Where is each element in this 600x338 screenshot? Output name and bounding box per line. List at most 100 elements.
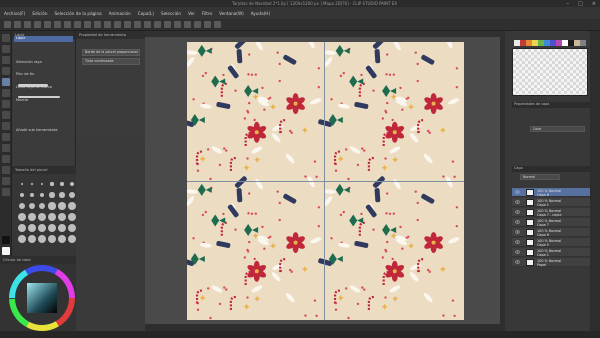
pen-tool-icon[interactable] — [2, 78, 10, 86]
command-icon[interactable] — [114, 21, 121, 28]
layer-row[interactable]: 100 % Normal Capa 5 — [512, 238, 590, 247]
color-wheel[interactable] — [0, 264, 76, 336]
command-icon[interactable] — [64, 21, 71, 28]
eye-icon[interactable] — [515, 260, 520, 264]
color-swatch[interactable] — [580, 40, 586, 46]
menu-item[interactable]: Selección — [161, 11, 181, 16]
airbrush-tool-icon[interactable] — [2, 111, 10, 119]
layer-row[interactable]: 100 % Normal Capa 1 — [512, 248, 590, 257]
eye-icon[interactable] — [515, 250, 520, 254]
brush-size-dot[interactable] — [59, 192, 65, 198]
eye-icon[interactable] — [515, 200, 520, 204]
brush-size-dot[interactable] — [38, 235, 46, 243]
brush-size-dot[interactable] — [19, 192, 25, 198]
menu-item[interactable]: Ver — [188, 11, 195, 16]
balloon-tool-icon[interactable] — [2, 177, 10, 185]
text-tool-icon[interactable] — [2, 166, 10, 174]
brush-size-dot[interactable] — [28, 213, 36, 221]
blend-mode-select[interactable]: Normal — [520, 174, 560, 180]
brush-size-dot[interactable] — [60, 182, 64, 186]
foreground-color-icon[interactable] — [2, 236, 10, 244]
eye-icon[interactable] — [515, 230, 520, 234]
eye-icon[interactable] — [515, 220, 520, 224]
command-icon[interactable] — [54, 21, 61, 28]
brush-size-dot[interactable] — [69, 192, 75, 198]
brush-size-dot[interactable] — [58, 213, 66, 221]
brush-size-dot[interactable] — [58, 235, 66, 243]
eye-icon[interactable] — [515, 240, 520, 244]
layer-row[interactable]: 100 % Normal Capa 6 — [512, 228, 590, 237]
brush-size-dot[interactable] — [39, 192, 45, 198]
command-icon[interactable] — [44, 21, 51, 28]
gradient-tool-icon[interactable] — [2, 144, 10, 152]
command-icon[interactable] — [214, 21, 221, 28]
layer-row[interactable]: 100 % Normal Capa 1 — [512, 198, 590, 207]
eye-icon[interactable] — [515, 190, 520, 194]
brush-size-dot[interactable] — [21, 183, 23, 185]
brush-size-dot[interactable] — [38, 224, 46, 232]
brush-size-dot[interactable] — [29, 192, 35, 198]
brush-size-dot[interactable] — [38, 202, 46, 210]
sub-tool-item[interactable]: Añadir sub herramienta — [14, 128, 73, 134]
command-icon[interactable] — [84, 21, 91, 28]
brush-size-dot[interactable] — [28, 224, 36, 232]
brush-size-dot[interactable] — [58, 202, 66, 210]
sub-tool-item[interactable]: Selección raya — [14, 60, 73, 66]
command-icon[interactable] — [74, 21, 81, 28]
command-icon[interactable] — [124, 21, 131, 28]
command-icon[interactable] — [154, 21, 161, 28]
command-icon[interactable] — [94, 21, 101, 28]
eraser-tool-icon[interactable] — [2, 122, 10, 130]
layer-row[interactable]: 100 % Normal Capa 7 - copia — [512, 208, 590, 217]
move-tool-icon[interactable] — [2, 45, 10, 53]
sub-tool-item[interactable]: Lápiz — [14, 36, 73, 42]
command-icon[interactable] — [164, 21, 171, 28]
brush-size-dot[interactable] — [18, 235, 26, 243]
brush-size-dot[interactable] — [28, 202, 36, 210]
layer-row[interactable]: 100 % Normal Papel — [512, 258, 590, 267]
command-icon[interactable] — [134, 21, 141, 28]
menu-item[interactable]: Ventana(W) — [219, 11, 244, 16]
brush-size-dot[interactable] — [18, 224, 26, 232]
menu-item[interactable]: Filtro — [202, 11, 212, 16]
command-icon[interactable] — [14, 21, 21, 28]
eye-icon[interactable] — [515, 210, 520, 214]
brush-size-dot[interactable] — [68, 235, 76, 243]
command-icon[interactable] — [174, 21, 181, 28]
brush-size-dot[interactable] — [68, 213, 76, 221]
brush-size-dot[interactable] — [48, 235, 56, 243]
command-icon[interactable] — [184, 21, 191, 28]
brush-size-dot[interactable] — [38, 213, 46, 221]
menu-item[interactable]: Selección de la página — [55, 11, 102, 16]
command-icon[interactable] — [34, 21, 41, 28]
ruler-tool-icon[interactable] — [2, 188, 10, 196]
layer-color-field[interactable]: Color — [530, 126, 585, 132]
pencil-tool-icon[interactable] — [2, 89, 10, 97]
brush-size-dot[interactable] — [48, 224, 56, 232]
brush-size-dot[interactable] — [48, 202, 56, 210]
brush-size-dot[interactable] — [50, 182, 54, 186]
brush-size-dot[interactable] — [18, 202, 26, 210]
command-icon[interactable] — [144, 21, 151, 28]
fill-tool-icon[interactable] — [2, 133, 10, 141]
brush-size-dot[interactable] — [48, 213, 56, 221]
property-field[interactable]: Borde de la pincel proporcional — [82, 49, 140, 56]
layer-row[interactable]: 100 % Normal Capa 7 — [512, 218, 590, 227]
sub-tool-item[interactable]: Pinc de tin — [14, 72, 73, 78]
brush-size-dot[interactable] — [30, 182, 34, 186]
menu-item[interactable]: Archivo(F) — [4, 11, 25, 16]
menu-item[interactable]: Edición — [32, 11, 47, 16]
menu-item[interactable]: Capa(L) — [138, 11, 154, 16]
brush-size-dot[interactable] — [40, 182, 44, 186]
sub-tool-item[interactable]: Mezcla — [14, 98, 73, 104]
command-icon[interactable] — [204, 21, 211, 28]
brush-size-dot[interactable] — [68, 202, 76, 210]
command-icon[interactable] — [104, 21, 111, 28]
menu-item[interactable]: Ayuda(H) — [251, 11, 270, 16]
command-icon[interactable] — [4, 21, 11, 28]
brush-size-dot[interactable] — [70, 182, 74, 186]
shape-tool-icon[interactable] — [2, 155, 10, 163]
brush-size-dot[interactable] — [49, 192, 55, 198]
command-icon[interactable] — [194, 21, 201, 28]
menu-item[interactable]: Animación — [109, 11, 131, 16]
